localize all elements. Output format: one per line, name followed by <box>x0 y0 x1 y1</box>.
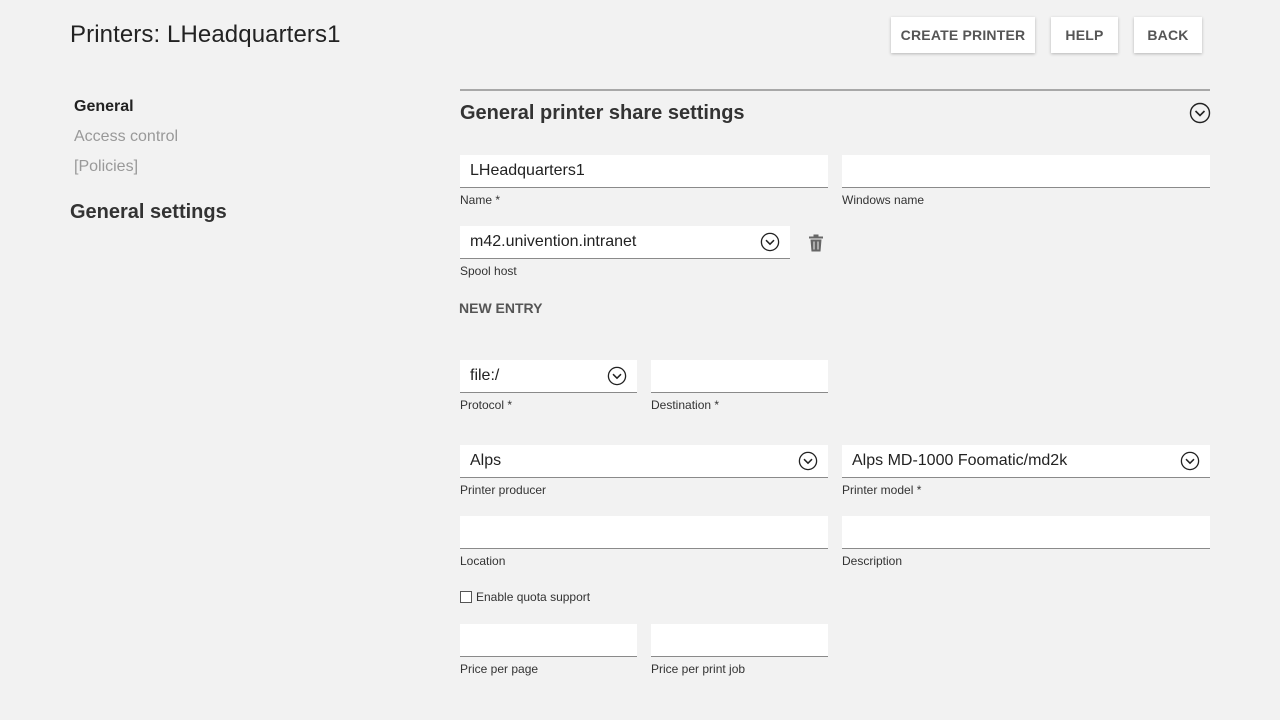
sidebar-item-access-control[interactable]: Access control <box>74 128 178 146</box>
description-field[interactable] <box>842 516 1210 549</box>
back-button[interactable]: BACK <box>1134 17 1202 53</box>
printer-model-label: Printer model * <box>842 483 922 497</box>
spool-host-value: m42.univention.intranet <box>470 233 637 250</box>
destination-label: Destination * <box>651 398 720 412</box>
section-divider <box>460 89 1210 91</box>
quota-checkbox-label[interactable]: Enable quota support <box>476 590 590 604</box>
trash-icon[interactable] <box>808 234 824 252</box>
spool-host-select[interactable]: m42.univention.intranet <box>460 226 790 259</box>
chevron-down-circle-icon <box>607 366 627 386</box>
name-field[interactable]: LHeadquarters1 <box>460 155 828 188</box>
chevron-down-circle-icon <box>760 232 780 252</box>
price-per-job-label: Price per print job <box>651 662 746 676</box>
printer-model-value: Alps MD-1000 Foomatic/md2k <box>852 452 1068 469</box>
chevron-down-circle-icon <box>1180 451 1200 471</box>
windows-name-field[interactable] <box>842 155 1210 188</box>
chevron-down-circle-icon <box>798 451 818 471</box>
location-field[interactable] <box>460 516 828 549</box>
chevron-down-circle-icon[interactable] <box>1189 102 1211 124</box>
help-button[interactable]: HELP <box>1051 17 1118 53</box>
sidebar-item-general[interactable]: General <box>74 98 134 116</box>
protocol-value: file:/ <box>470 367 500 384</box>
new-entry-button[interactable]: NEW ENTRY <box>459 300 542 316</box>
printer-producer-label: Printer producer <box>460 483 547 497</box>
section-title: General printer share settings <box>460 102 745 124</box>
destination-field[interactable] <box>651 360 828 393</box>
windows-name-label: Windows name <box>842 193 925 207</box>
price-per-job-field[interactable] <box>651 624 828 657</box>
location-label: Location <box>460 554 506 568</box>
create-printer-button[interactable]: CREATE PRINTER <box>891 17 1035 53</box>
sidebar-item-policies[interactable]: [Policies] <box>74 158 138 176</box>
protocol-label: Protocol * <box>460 398 513 412</box>
spool-host-label: Spool host <box>460 264 517 278</box>
price-per-page-label: Price per page <box>460 662 539 676</box>
sidebar-heading-general-settings: General settings <box>70 201 227 223</box>
name-label: Name * <box>460 193 501 207</box>
printer-producer-value: Alps <box>470 452 502 469</box>
protocol-select[interactable]: file:/ <box>460 360 637 393</box>
printer-model-select[interactable]: Alps MD-1000 Foomatic/md2k <box>842 445 1210 478</box>
description-label: Description <box>842 554 903 568</box>
printer-edit-page: Printers: LHeadquarters1 CREATE PRINTER … <box>0 0 1280 720</box>
page-title: Printers: LHeadquarters1 <box>70 21 341 48</box>
printer-producer-select[interactable]: Alps <box>460 445 828 478</box>
price-per-page-field[interactable] <box>460 624 637 657</box>
quota-checkbox[interactable] <box>460 591 472 603</box>
